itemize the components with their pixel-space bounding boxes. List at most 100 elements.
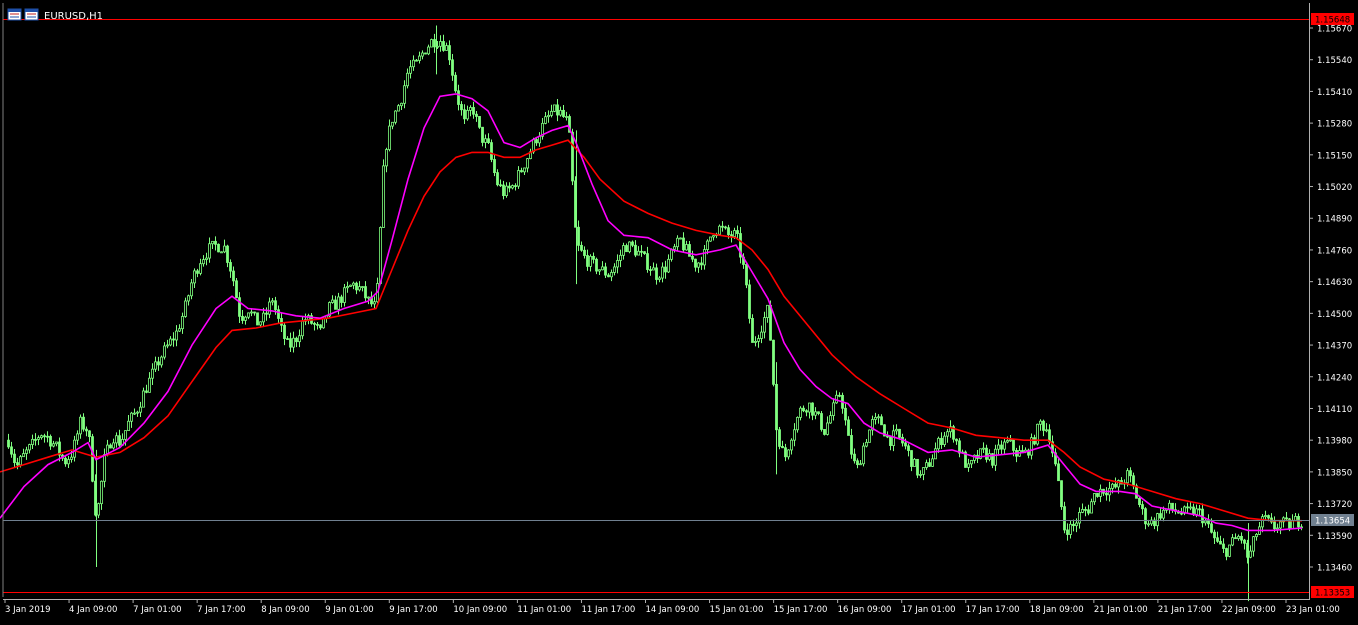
candle-body (892, 430, 895, 446)
candle-body (100, 480, 103, 505)
candle-body (697, 262, 700, 268)
candle-body (454, 74, 457, 92)
candle-body (853, 453, 856, 462)
candle-body (520, 170, 523, 173)
candle (553, 104, 556, 113)
candle-body (409, 66, 412, 74)
candle-body (1114, 483, 1117, 488)
candle-body (334, 299, 337, 310)
candle-body (985, 447, 988, 460)
candle-body (43, 435, 46, 438)
candle-body (799, 407, 802, 418)
x-tick-label: 14 Jan 09:00 (646, 605, 700, 615)
candle-body (646, 253, 649, 270)
candle-body (184, 300, 187, 317)
candle-body (928, 462, 931, 467)
candle-body (898, 428, 901, 438)
candle-body (313, 322, 316, 325)
candle (913, 457, 916, 467)
candle (1228, 544, 1231, 558)
candle-body (232, 270, 235, 282)
candle-body (451, 59, 454, 76)
candle-body (616, 260, 619, 268)
candle-body (523, 167, 526, 173)
candle-body (517, 170, 520, 187)
candle-body (457, 90, 460, 105)
candle-body (601, 266, 604, 271)
candle-body (577, 226, 580, 246)
candle-body (394, 110, 397, 123)
candle-body (367, 296, 370, 299)
y-tick-label: 1.13460 (1317, 564, 1352, 574)
candle (820, 411, 823, 432)
candle-body (31, 438, 34, 445)
candle-body (658, 277, 661, 280)
candle-body (1000, 444, 1003, 450)
candle-body (817, 411, 820, 414)
candle-body (1099, 488, 1102, 497)
candle-body (1225, 548, 1228, 557)
candle-body (163, 345, 166, 358)
candle-body (544, 116, 547, 124)
candle-body (661, 266, 664, 279)
candle (184, 297, 187, 318)
candle-body (160, 356, 163, 366)
candle-body (556, 104, 559, 116)
candle-body (1171, 502, 1174, 511)
candle-body (319, 324, 322, 329)
candle-body (1228, 544, 1231, 557)
candle-body (772, 339, 775, 385)
candle-body (274, 300, 277, 311)
candle-body (793, 429, 796, 441)
candle-body (37, 437, 40, 440)
candle-body (913, 458, 916, 467)
candle-body (244, 316, 247, 321)
candle-body (256, 312, 259, 326)
chart-title: EURUSD,H1 (44, 11, 103, 22)
candle (382, 159, 385, 228)
candle-body (181, 316, 184, 330)
candle-body (694, 258, 697, 268)
candle-body (130, 412, 133, 422)
candle-body (118, 435, 121, 446)
candle-body (55, 441, 58, 445)
candle-body (502, 184, 505, 197)
candle-body (1090, 501, 1093, 514)
chart-window[interactable]: 1.15670 1.15540 1.15410 1.15280 1.15150 1.150… (0, 0, 1358, 621)
candle (628, 241, 631, 254)
candle-body (73, 439, 76, 458)
candle-body (145, 390, 148, 393)
candle-body (802, 407, 805, 412)
candle-body (412, 59, 415, 68)
candle-body (820, 413, 823, 430)
candle-body (1195, 508, 1198, 515)
candle-body (844, 407, 847, 421)
candle-body (634, 244, 637, 256)
candle-body (733, 230, 736, 237)
candle-body (340, 296, 343, 303)
candle (220, 251, 223, 254)
candle-body (76, 433, 79, 441)
candle (778, 427, 781, 450)
candle-body (1207, 520, 1210, 525)
candle-body (856, 460, 859, 466)
candle-body (67, 459, 70, 465)
candle-body (982, 447, 985, 450)
candle-body (289, 338, 292, 348)
candle-body (1057, 463, 1060, 482)
x-tick-label: 15 Jan 01:00 (710, 605, 764, 615)
candle (745, 263, 748, 289)
x-tick-label: 11 Jan 01:00 (517, 605, 571, 615)
candle-body (700, 262, 703, 266)
candle-body (970, 459, 973, 465)
candle-body (445, 45, 448, 51)
candle-body (406, 72, 409, 87)
candle-body (1084, 509, 1087, 511)
candle-body (631, 241, 634, 246)
candle-body (1081, 509, 1084, 513)
candle-body (1237, 535, 1240, 539)
candle-body (598, 269, 601, 272)
candle-body (1096, 493, 1099, 497)
candle-body (748, 284, 751, 319)
candle-body (1264, 515, 1267, 518)
